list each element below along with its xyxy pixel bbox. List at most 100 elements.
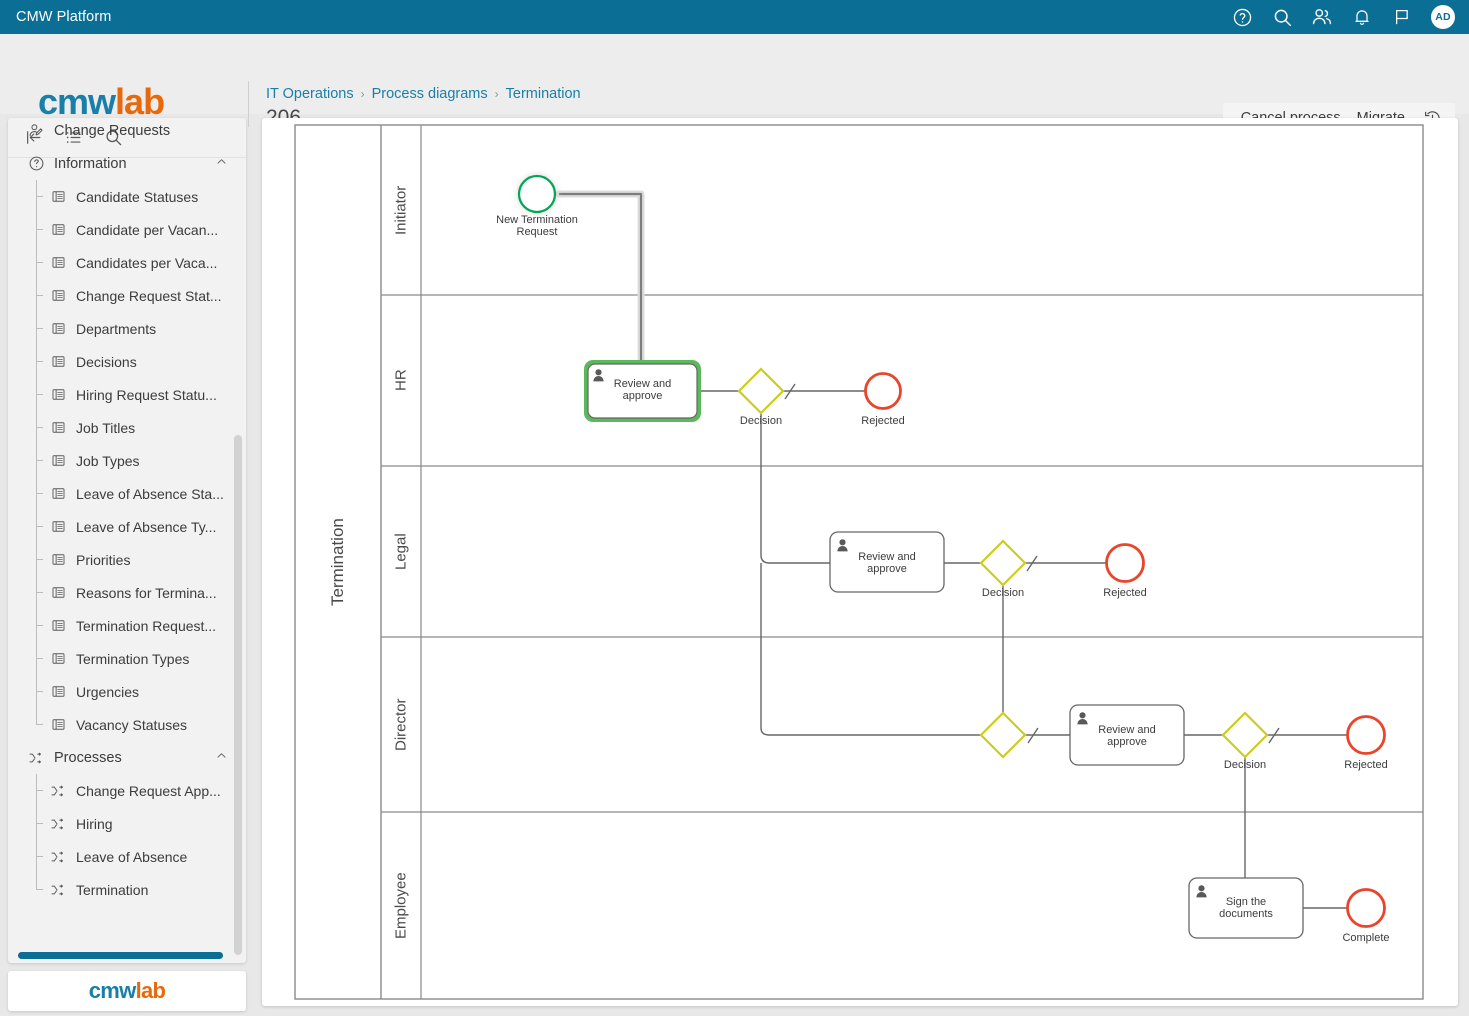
sidebar-item-label: Termination Request... — [76, 617, 217, 634]
table-icon — [48, 585, 68, 600]
tree-connector — [36, 361, 43, 362]
sidebar-item-urgencies[interactable]: Urgencies — [8, 675, 246, 708]
sidebar-item-change-request-stat[interactable]: Change Request Stat... — [8, 279, 246, 312]
lane-label-legal: Legal — [392, 533, 410, 570]
table-icon — [48, 651, 68, 666]
platform-top-bar: CMW Platform AD — [0, 0, 1469, 34]
sidebar-item-leave-of-absence-ty[interactable]: Leave of Absence Ty... — [8, 510, 246, 543]
table-icon — [48, 189, 68, 204]
sidebar-item-change-requests[interactable]: Change Requests — [8, 118, 246, 147]
people-icon[interactable] — [1311, 6, 1333, 28]
sidebar-item-list[interactable]: Change Requests Information Candidate Stat… — [8, 118, 246, 911]
sidebar-item-label: Reasons for Termina... — [76, 584, 217, 601]
node-legal-end-event[interactable] — [1105, 543, 1145, 583]
tree-connector — [36, 889, 43, 890]
table-icon — [48, 453, 68, 468]
sidebar-footer: cmwlab — [8, 971, 246, 1011]
sidebar-item-change-request-app[interactable]: Change Request App... — [8, 774, 246, 807]
sidebar-item-label: Leave of Absence Ty... — [76, 518, 217, 535]
node-label-director-end: Rejected — [1344, 759, 1388, 771]
node-label-legal-task: Review and approve — [858, 551, 916, 575]
sidebar-item-label: Termination — [76, 881, 149, 898]
flag-icon[interactable] — [1391, 6, 1413, 28]
node-label-employee-end: Complete — [1342, 932, 1390, 944]
info-circle-icon — [26, 155, 46, 172]
table-icon — [48, 354, 68, 369]
node-director-end-event[interactable] — [1346, 715, 1386, 755]
node-start-event[interactable] — [517, 174, 557, 214]
breadcrumb-item-it-operations[interactable]: IT Operations — [266, 86, 354, 102]
sidebar-vertical-scrollbar[interactable] — [234, 435, 242, 955]
sidebar-item-label: Job Types — [76, 452, 140, 469]
cmw-lab-logo: cmwlab — [38, 81, 165, 122]
node-label-legal-gateway: Decision — [981, 587, 1025, 599]
sidebar-item-label: Information — [54, 155, 127, 172]
tree-connector — [36, 592, 43, 593]
sidebar-item-label: Job Titles — [76, 419, 136, 436]
breadcrumb-item-termination[interactable]: Termination — [506, 86, 581, 102]
pool-label-termination: Termination — [328, 518, 347, 606]
sidebar-item-job-titles[interactable]: Job Titles — [8, 411, 246, 444]
lane-label-employee: Employee — [392, 872, 410, 939]
lane-label-hr: HR — [392, 369, 410, 392]
sidebar-item-leave-of-absence-sta[interactable]: Leave of Absence Sta... — [8, 477, 246, 510]
table-icon — [48, 486, 68, 501]
breadcrumb-item-process-diagrams[interactable]: Process diagrams — [372, 86, 488, 102]
sidebar-item-leave-of-absence[interactable]: Leave of Absence — [8, 840, 246, 873]
sidebar-item-label: Change Requests — [54, 122, 171, 139]
table-icon — [48, 255, 68, 270]
chevron-up-icon[interactable] — [215, 749, 228, 766]
sidebar-item-label: Departments — [76, 320, 157, 337]
sidebar-item-processes[interactable]: Processes — [8, 741, 246, 774]
avatar[interactable]: AD — [1431, 5, 1455, 29]
sidebar-horizontal-scrollbar[interactable] — [18, 952, 223, 959]
sidebar-item-label: Vacancy Statuses — [76, 716, 188, 733]
sidebar-item-termination-request[interactable]: Termination Request... — [8, 609, 246, 642]
sidebar-item-label: Change Request App... — [76, 782, 221, 799]
breadcrumb: IT Operations › Process diagrams › Termi… — [266, 86, 581, 102]
sidebar-item-hiring[interactable]: Hiring — [8, 807, 246, 840]
header-divider — [248, 81, 249, 127]
process-icon — [48, 816, 68, 832]
sidebar-item-label: Leave of Absence Sta... — [76, 485, 224, 502]
node-label-director-task: Review and approve — [1098, 724, 1156, 748]
table-icon — [48, 321, 68, 336]
sidebar-item-label: Candidate Statuses — [76, 188, 199, 205]
sidebar-item-termination[interactable]: Termination — [8, 873, 246, 906]
sidebar-item-label: Termination Types — [76, 650, 190, 667]
tree-connector — [36, 724, 43, 725]
sidebar-item-hiring-request-statu[interactable]: Hiring Request Statu... — [8, 378, 246, 411]
node-label-director-gateway: Decision — [1223, 759, 1267, 771]
sidebar-item-label: Decisions — [76, 353, 137, 370]
sidebar-item-priorities[interactable]: Priorities — [8, 543, 246, 576]
tree-connector — [36, 262, 43, 263]
sidebar-item-vacancy-statuses[interactable]: Vacancy Statuses — [8, 708, 246, 741]
sidebar-item-candidate-per-vacan[interactable]: Candidate per Vacan... — [8, 213, 246, 246]
sidebar-item-departments[interactable]: Departments — [8, 312, 246, 345]
footer-logo-part-lab: lab — [135, 978, 166, 1003]
node-label-legal-end: Rejected — [1103, 587, 1147, 599]
sidebar-item-candidate-statuses[interactable]: Candidate Statuses — [8, 180, 246, 213]
bell-icon[interactable] — [1351, 6, 1373, 28]
tree-connector — [36, 856, 43, 857]
sidebar-item-termination-types[interactable]: Termination Types — [8, 642, 246, 675]
node-hr-end-event[interactable] — [864, 372, 902, 410]
sidebar-item-job-types[interactable]: Job Types — [8, 444, 246, 477]
sidebar-item-reasons-for-termina[interactable]: Reasons for Termina... — [8, 576, 246, 609]
sidebar-item-label: Processes — [54, 749, 122, 766]
logo-part-lab: lab — [115, 81, 165, 122]
help-icon[interactable] — [1231, 6, 1253, 28]
tree-connector — [36, 493, 43, 494]
process-diagram-canvas[interactable]: Termination Initiator HR Legal Director … — [262, 118, 1458, 1006]
sidebar-item-label: Hiring — [76, 815, 113, 832]
chevron-up-icon[interactable] — [215, 155, 228, 172]
sidebar-item-label: Leave of Absence — [76, 848, 188, 865]
sidebar-item-information[interactable]: Information — [8, 147, 246, 180]
search-icon[interactable] — [1271, 6, 1293, 28]
tree-guide-line — [36, 180, 37, 725]
node-employee-end-event[interactable] — [1346, 888, 1386, 928]
tree-connector — [36, 196, 43, 197]
tree-connector — [36, 658, 43, 659]
sidebar-item-candidates-per-vaca[interactable]: Candidates per Vaca... — [8, 246, 246, 279]
sidebar-item-decisions[interactable]: Decisions — [8, 345, 246, 378]
